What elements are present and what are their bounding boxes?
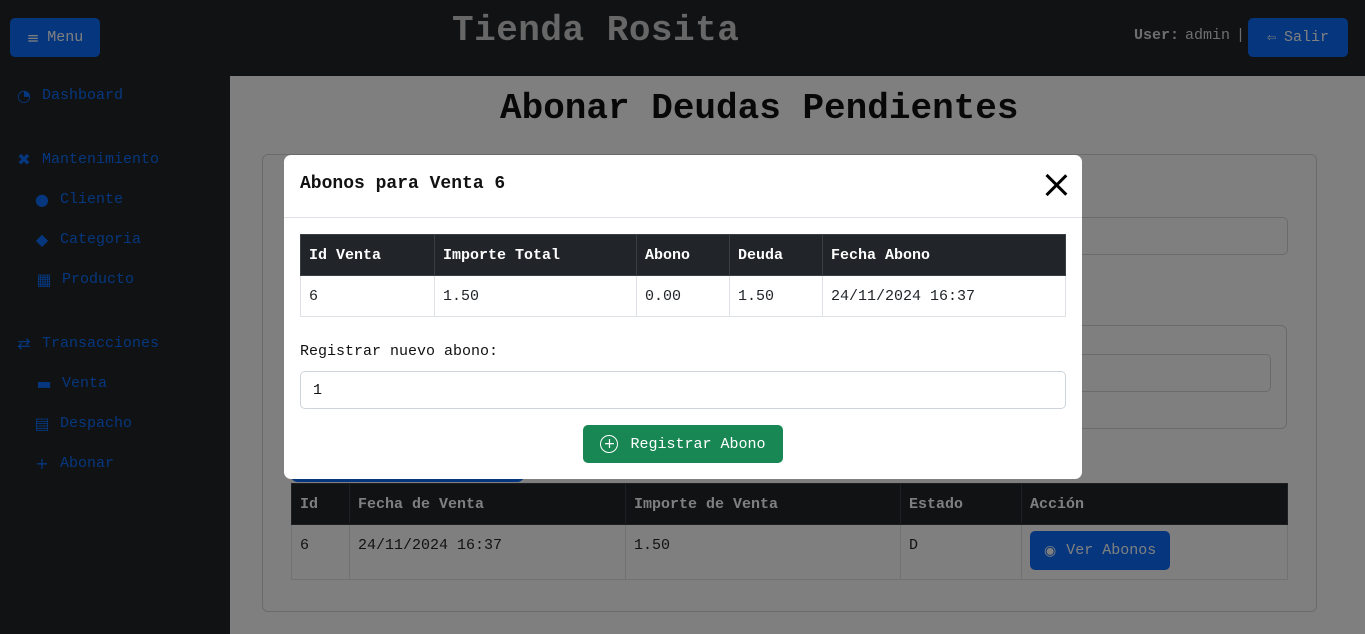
column-header-deuda: Deuda <box>729 234 823 276</box>
cell-deuda: 1.50 <box>729 275 823 317</box>
column-header-abono: Abono <box>636 234 730 276</box>
cell-abono: 0.00 <box>636 275 730 317</box>
new-payment-input[interactable] <box>300 371 1066 409</box>
column-header-fecha-abono: Fecha Abono <box>822 234 1066 276</box>
column-header-importe-total: Importe Total <box>434 234 637 276</box>
payments-table: Id Venta Importe Total Abono Deuda Fecha… <box>300 234 1066 317</box>
cell-id-venta: 6 <box>300 275 435 317</box>
table-row: 6 1.50 0.00 1.50 24/11/2024 16:37 <box>300 275 1066 317</box>
table-header-row: Id Venta Importe Total Abono Deuda Fecha… <box>300 234 1066 276</box>
column-header-id-venta: Id Venta <box>300 234 435 276</box>
new-payment-label: Registrar nuevo abono: <box>300 343 499 360</box>
plus-circle-icon: + <box>600 435 619 453</box>
register-payment-button[interactable]: + Registrar Abono <box>583 425 783 463</box>
modal-title: Abonos para Venta 6 <box>300 174 506 194</box>
modal-header: Abonos para Venta 6 <box>284 155 1082 218</box>
register-payment-label: Registrar Abono <box>630 435 766 453</box>
cell-importe-total: 1.50 <box>434 275 637 317</box>
close-icon[interactable] <box>1044 173 1068 197</box>
payments-modal: Abonos para Venta 6 Id Venta Importe Tot… <box>284 155 1082 479</box>
cell-fecha-abono: 24/11/2024 16:37 <box>822 275 1066 317</box>
